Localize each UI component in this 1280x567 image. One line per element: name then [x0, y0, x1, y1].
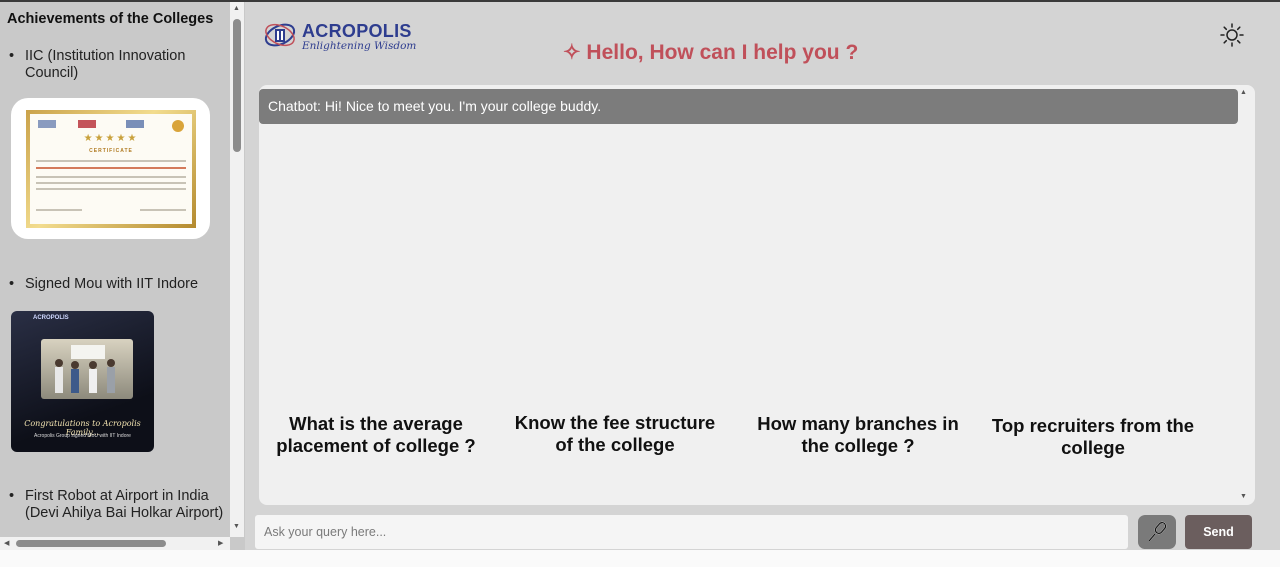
- chat-main-area: ACROPOLIS Enlightening Wisdom ✧ Hello, H…: [245, 2, 1280, 550]
- certificate-line: [36, 160, 186, 162]
- sidebar-horizontal-scrollbar[interactable]: ◀ ▶: [0, 537, 230, 550]
- achievement-item-mou: • Signed Mou with IIT Indore: [9, 276, 224, 293]
- achievement-label: Signed Mou with IIT Indore: [25, 276, 199, 292]
- certificate-stars: ★★★★★: [83, 133, 139, 144]
- certificate-title: CERTIFICATE: [89, 148, 133, 154]
- certificate-logo: [126, 120, 144, 128]
- bullet: •: [9, 488, 15, 504]
- acropolis-logo: ACROPOLIS Enlightening Wisdom: [263, 18, 416, 54]
- achievement-item-iic: • IIC (Institution Innovation Council): [9, 48, 224, 82]
- scroll-right-arrow-icon[interactable]: ▶: [218, 540, 223, 547]
- microphone-icon[interactable]: [1138, 515, 1176, 549]
- scroll-up-arrow-icon[interactable]: ▲: [233, 5, 240, 12]
- sidebar-scroll-thumb[interactable]: [233, 19, 241, 152]
- scroll-down-arrow-icon[interactable]: ▼: [233, 523, 240, 530]
- suggestion-recruiters[interactable]: Top recruiters from the college: [983, 415, 1203, 459]
- certificate-seal-icon: [172, 120, 184, 132]
- certificate-line: [36, 182, 186, 184]
- chat-vertical-scrollbar[interactable]: ▲ ▼: [1237, 86, 1251, 504]
- scroll-up-arrow-icon[interactable]: ▲: [1240, 89, 1247, 96]
- achievement-item-robot: • First Robot at Airport in India (Devi …: [9, 488, 224, 522]
- scroll-down-arrow-icon[interactable]: ▼: [1240, 493, 1247, 500]
- mou-group-photo: [41, 339, 133, 399]
- sidebar-content: Achievements of the Colleges • IIC (Inst…: [0, 2, 230, 537]
- achievement-label: IIC (Institution Innovation Council): [25, 48, 186, 81]
- mou-photo-image: ACROPOLIS Congratulations to Acropolis F…: [11, 311, 154, 452]
- mou-caption: Acropolis Group signed MoU with IIT Indo…: [34, 433, 131, 439]
- people-icon: [55, 345, 115, 393]
- logo-tagline: Enlightening Wisdom: [302, 40, 417, 52]
- send-button[interactable]: Send: [1185, 515, 1252, 549]
- logo-name: ACROPOLIS: [302, 21, 412, 41]
- certificate-logo: [78, 120, 96, 128]
- certificate-logo: [38, 120, 56, 128]
- achievements-sidebar: Achievements of the Colleges • IIC (Inst…: [0, 2, 245, 550]
- microphone-button[interactable]: [1138, 515, 1176, 549]
- certificate-paper: ★★★★★ CERTIFICATE: [30, 114, 192, 224]
- bottom-strip: [0, 550, 1280, 567]
- sidebar-vertical-scrollbar[interactable]: ▲ ▼: [230, 2, 244, 537]
- achievement-label: First Robot at Airport in India (Devi Ah…: [25, 488, 224, 521]
- bullet: •: [9, 48, 15, 64]
- bot-message: Chatbot: Hi! Nice to meet you. I'm your …: [259, 89, 1238, 124]
- certificate-signature: [140, 209, 186, 211]
- bullet: •: [9, 276, 15, 292]
- logo-emblem-icon: [264, 23, 296, 47]
- certificate-line: [36, 188, 186, 190]
- certificate-line: [36, 176, 186, 178]
- sun-icon[interactable]: [1219, 22, 1245, 48]
- suggestion-fee-structure[interactable]: Know the fee structure of the college: [505, 412, 725, 456]
- chat-window[interactable]: Chatbot: Hi! Nice to meet you. I'm your …: [259, 85, 1255, 505]
- certificate-signature: [36, 209, 82, 211]
- theme-toggle-button[interactable]: [1219, 22, 1245, 48]
- mou-brand: ACROPOLIS: [33, 315, 69, 321]
- iic-certificate-image: ★★★★★ CERTIFICATE: [11, 98, 210, 239]
- certificate-frame: ★★★★★ CERTIFICATE: [26, 110, 196, 228]
- greeting-heading: ✧ Hello, How can I help you ?: [563, 41, 859, 64]
- suggestion-placement[interactable]: What is the average placement of college…: [266, 413, 486, 457]
- query-input[interactable]: [255, 515, 1128, 549]
- scroll-left-arrow-icon[interactable]: ◀: [4, 540, 9, 547]
- certificate-line: [36, 167, 186, 169]
- suggestion-branches[interactable]: How many branches in the college ?: [748, 413, 968, 457]
- sidebar-horizontal-thumb[interactable]: [16, 540, 166, 547]
- sidebar-title: Achievements of the Colleges: [7, 11, 214, 27]
